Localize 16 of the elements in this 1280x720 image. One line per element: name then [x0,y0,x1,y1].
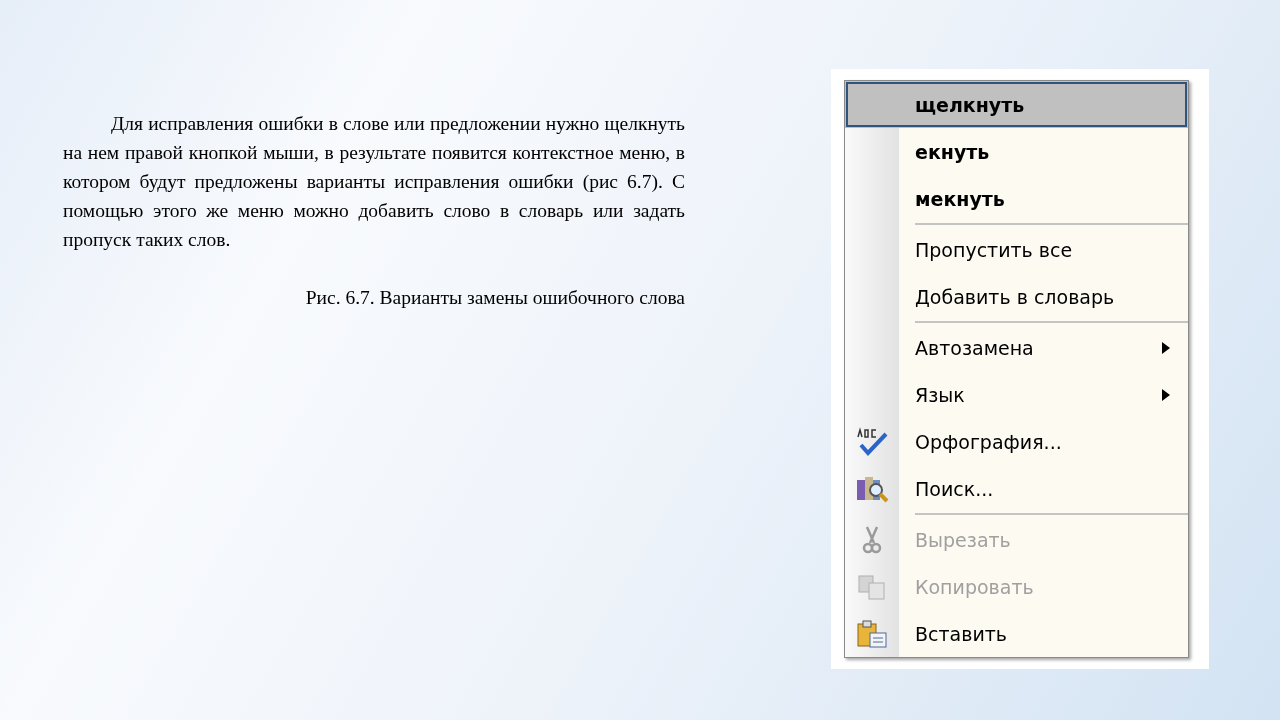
menu-item[interactable]: Поиск... [845,465,1188,512]
menu-item[interactable]: Язык [845,371,1188,418]
body-paragraph: Для исправления ошибки в слове или предложении нужно щелкнуть на нем правой кнопкой мыши, в результате появится контекстное меню, в котором будут предложены варианты исправления ошибки (рис 6.7). С помощью этого же меню можно добавить слово в словарь или задать пропуск таких слов. [63,112,685,252]
suggestion-item[interactable]: щелкнуть [845,81,1188,128]
spell-check-icon [855,426,889,457]
suggestion-item[interactable]: мекнуть [845,175,1188,222]
menu-item[interactable]: Пропустить все [845,226,1188,273]
menu-item[interactable]: Добавить в словарь [845,273,1188,320]
suggestion-item[interactable]: екнуть [845,128,1188,175]
menu-item[interactable]: Автозамена [845,324,1188,371]
figure-caption: Рис. 6.7. Варианты замены ошибочного слова [304,286,685,310]
submenu-arrow-icon [1162,341,1170,354]
menu-item[interactable]: Орфография... [845,418,1188,465]
submenu-arrow-icon [1162,388,1170,401]
menu-item[interactable]: Вставить [845,610,1188,657]
clipboard-icon [855,618,889,649]
